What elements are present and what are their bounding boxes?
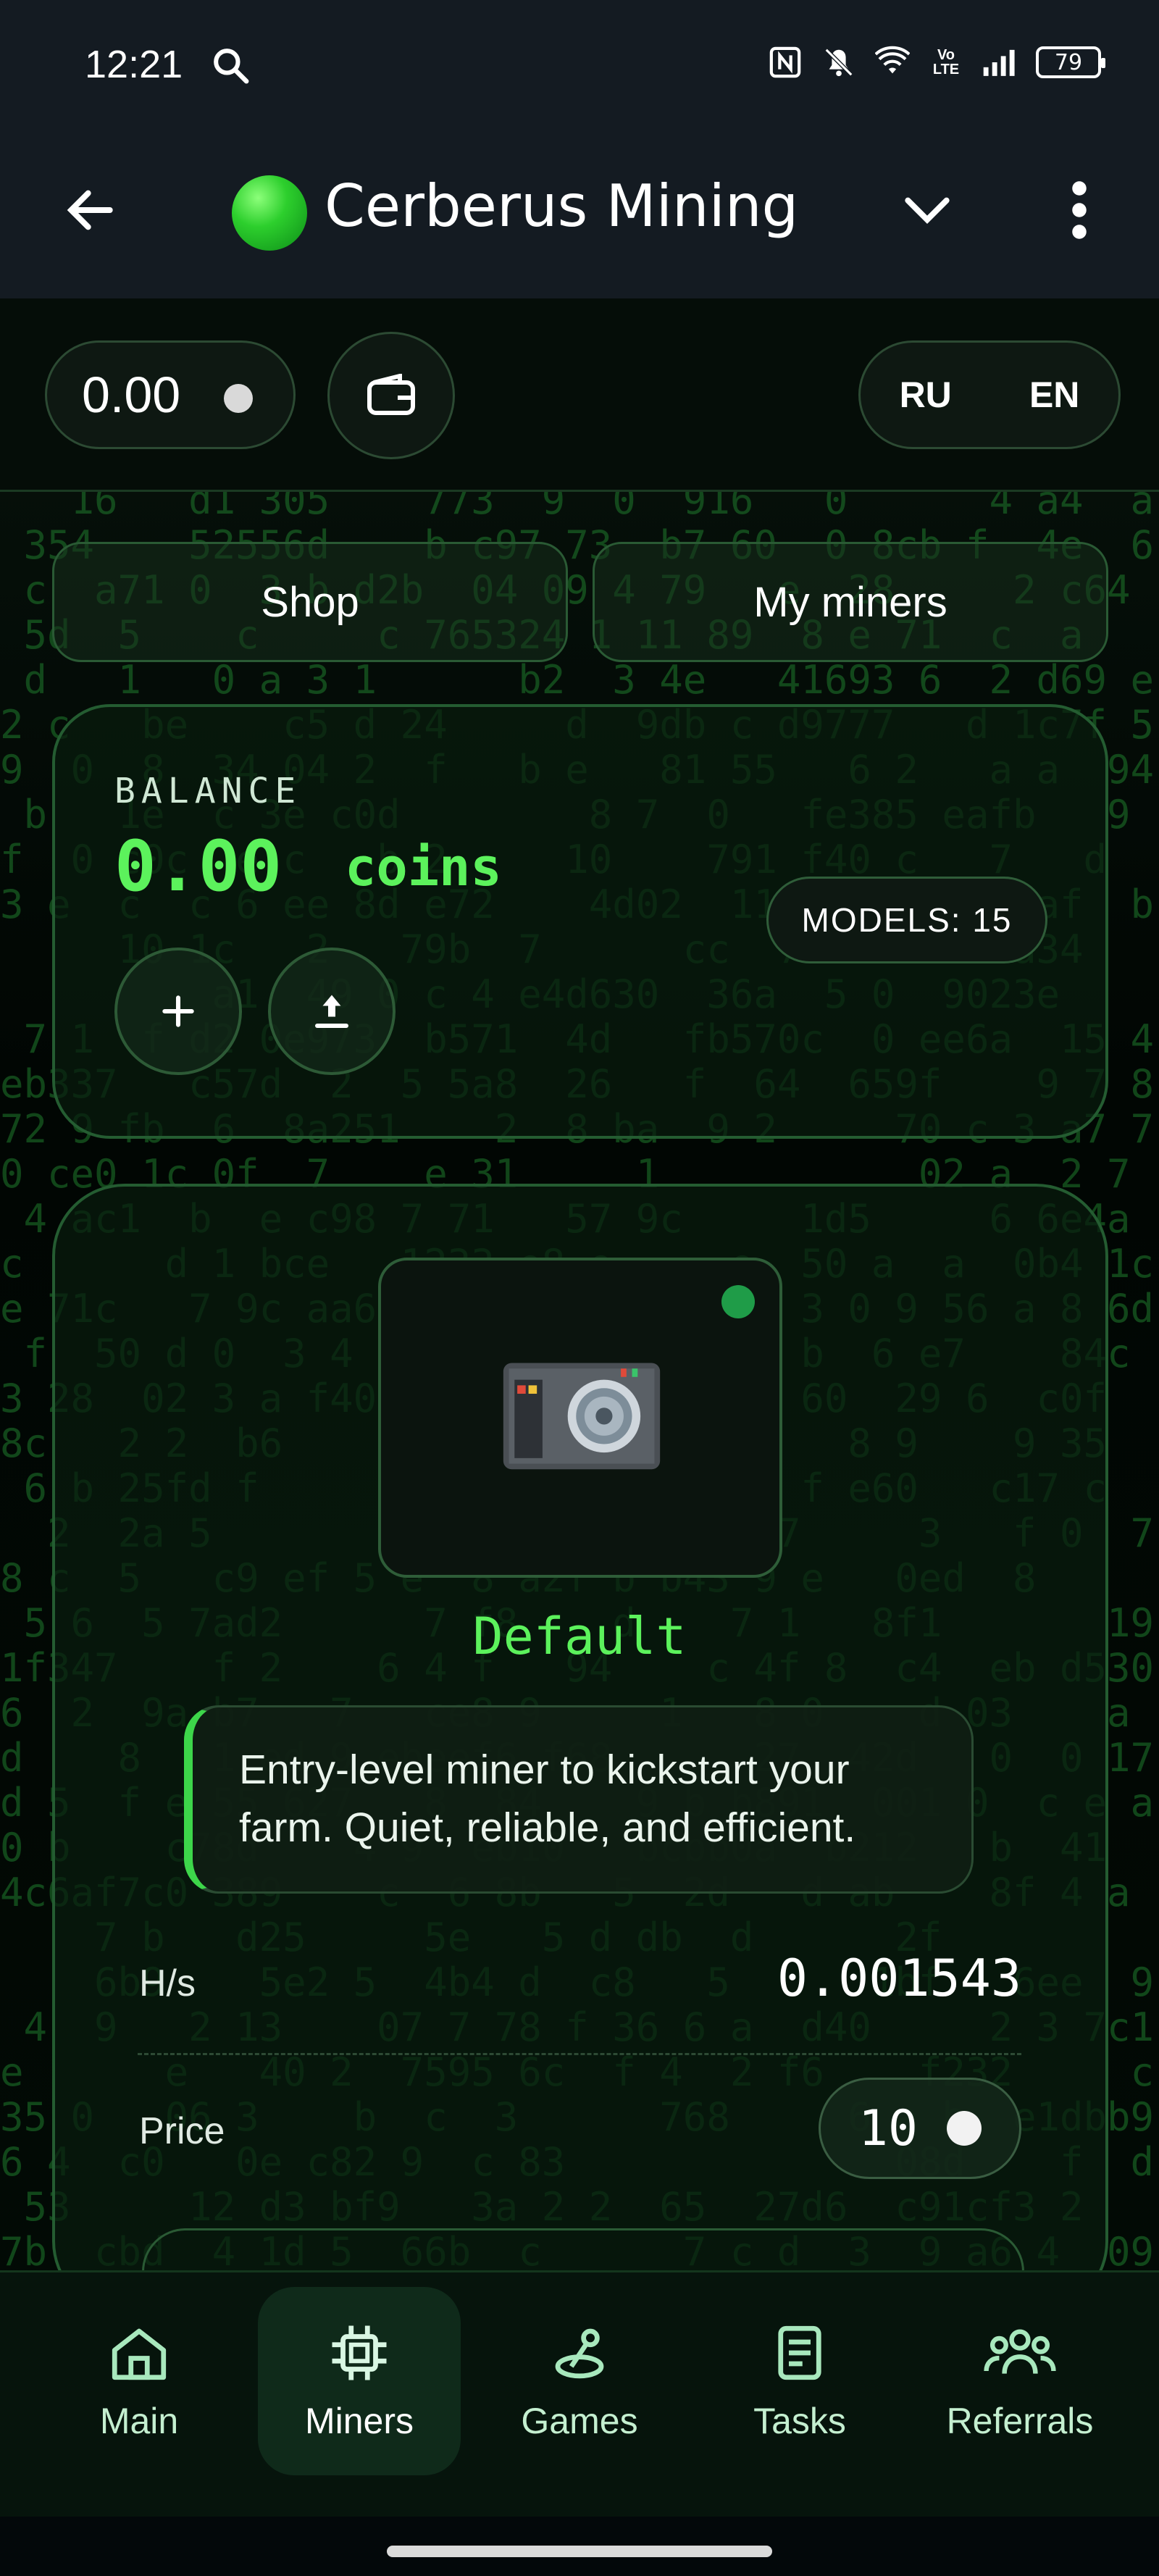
balance-pill[interactable]: 0.00 — [45, 340, 296, 449]
clipboard-icon — [778, 2325, 821, 2380]
shop-tab[interactable]: Shop — [52, 542, 568, 662]
battery-level: 79 — [1054, 49, 1083, 75]
search-icon — [210, 45, 251, 85]
signal-icon — [982, 45, 1017, 80]
coin-icon — [224, 384, 254, 413]
volte-icon: Vo LTE — [932, 47, 960, 78]
nav-games-label: Games — [521, 2401, 638, 2441]
green-dot-icon — [232, 175, 307, 251]
nfc-icon — [768, 45, 803, 80]
app-title: Cerberus Mining — [325, 172, 799, 240]
upload-icon — [315, 995, 348, 1028]
nav-games[interactable]: Games — [478, 2287, 681, 2475]
coin-icon — [946, 2111, 982, 2146]
status-time: 12:21 — [85, 43, 183, 86]
wifi-icon — [875, 45, 910, 80]
wallet-button[interactable] — [327, 332, 455, 459]
language-switch: RU EN — [858, 340, 1121, 449]
more-vert-icon[interactable] — [1065, 177, 1094, 243]
stat-divider — [138, 2053, 1021, 2055]
mute-icon — [821, 45, 856, 80]
plus-icon — [162, 995, 194, 1027]
nav-referrals-label: Referrals — [946, 2401, 1094, 2441]
nav-main[interactable]: Main — [38, 2287, 240, 2475]
my-miners-tab-label: My miners — [753, 578, 947, 626]
joystick-icon — [555, 2328, 604, 2379]
battery-icon: 79 — [1036, 46, 1105, 78]
wallet-icon — [367, 374, 415, 415]
lang-en[interactable]: EN — [1029, 374, 1079, 416]
models-badge: MODELS: 15 — [766, 877, 1047, 963]
people-icon — [984, 2329, 1056, 2374]
price-label: Price — [139, 2110, 225, 2152]
bottom-nav: Main Miners Games Tasks Referrals — [0, 2270, 1159, 2519]
miner-description-line2: farm. Quiet, reliable, and efficient. — [239, 1805, 856, 1851]
gesture-handle[interactable] — [387, 2546, 772, 2557]
hashrate-label: H/s — [139, 1962, 196, 2004]
chip-icon — [332, 2325, 387, 2380]
nav-miners-label: Miners — [304, 2401, 414, 2441]
back-arrow-icon[interactable] — [58, 177, 123, 243]
nav-miners[interactable]: Miners — [258, 2287, 461, 2475]
withdraw-button[interactable] — [268, 948, 396, 1075]
status-icons: Vo LTE 79 — [768, 45, 1105, 80]
balance-amount: 0.00 — [114, 826, 283, 907]
status-led-icon — [721, 1285, 755, 1318]
chevron-down-icon[interactable] — [898, 181, 956, 239]
nav-main-label: Main — [99, 2401, 179, 2441]
my-miners-tab[interactable]: My miners — [593, 542, 1108, 662]
miner-name: Default — [472, 1607, 687, 1666]
deposit-button[interactable] — [114, 948, 242, 1075]
nav-tasks-label: Tasks — [753, 2401, 846, 2441]
nav-referrals[interactable]: Referrals — [919, 2287, 1121, 2475]
shop-tab-label: Shop — [261, 578, 359, 626]
hashrate-value: 0.001543 — [777, 1949, 1021, 2008]
balance-label: BALANCE — [114, 771, 302, 811]
price-badge: 10 — [819, 2078, 1021, 2179]
nav-tasks[interactable]: Tasks — [698, 2287, 901, 2475]
header-balance: 0.00 — [82, 367, 181, 423]
models-count: MODELS: 15 — [801, 901, 1013, 939]
miner-description: Entry-level miner to kickstart your farm… — [184, 1705, 974, 1894]
price-value: 10 — [858, 2099, 918, 2157]
lang-ru[interactable]: RU — [900, 374, 952, 416]
miner-device-icon — [503, 1363, 661, 1470]
miner-description-line1: Entry-level miner to kickstart your — [239, 1747, 850, 1793]
home-icon — [112, 2328, 167, 2380]
balance-unit: coins — [345, 837, 502, 898]
